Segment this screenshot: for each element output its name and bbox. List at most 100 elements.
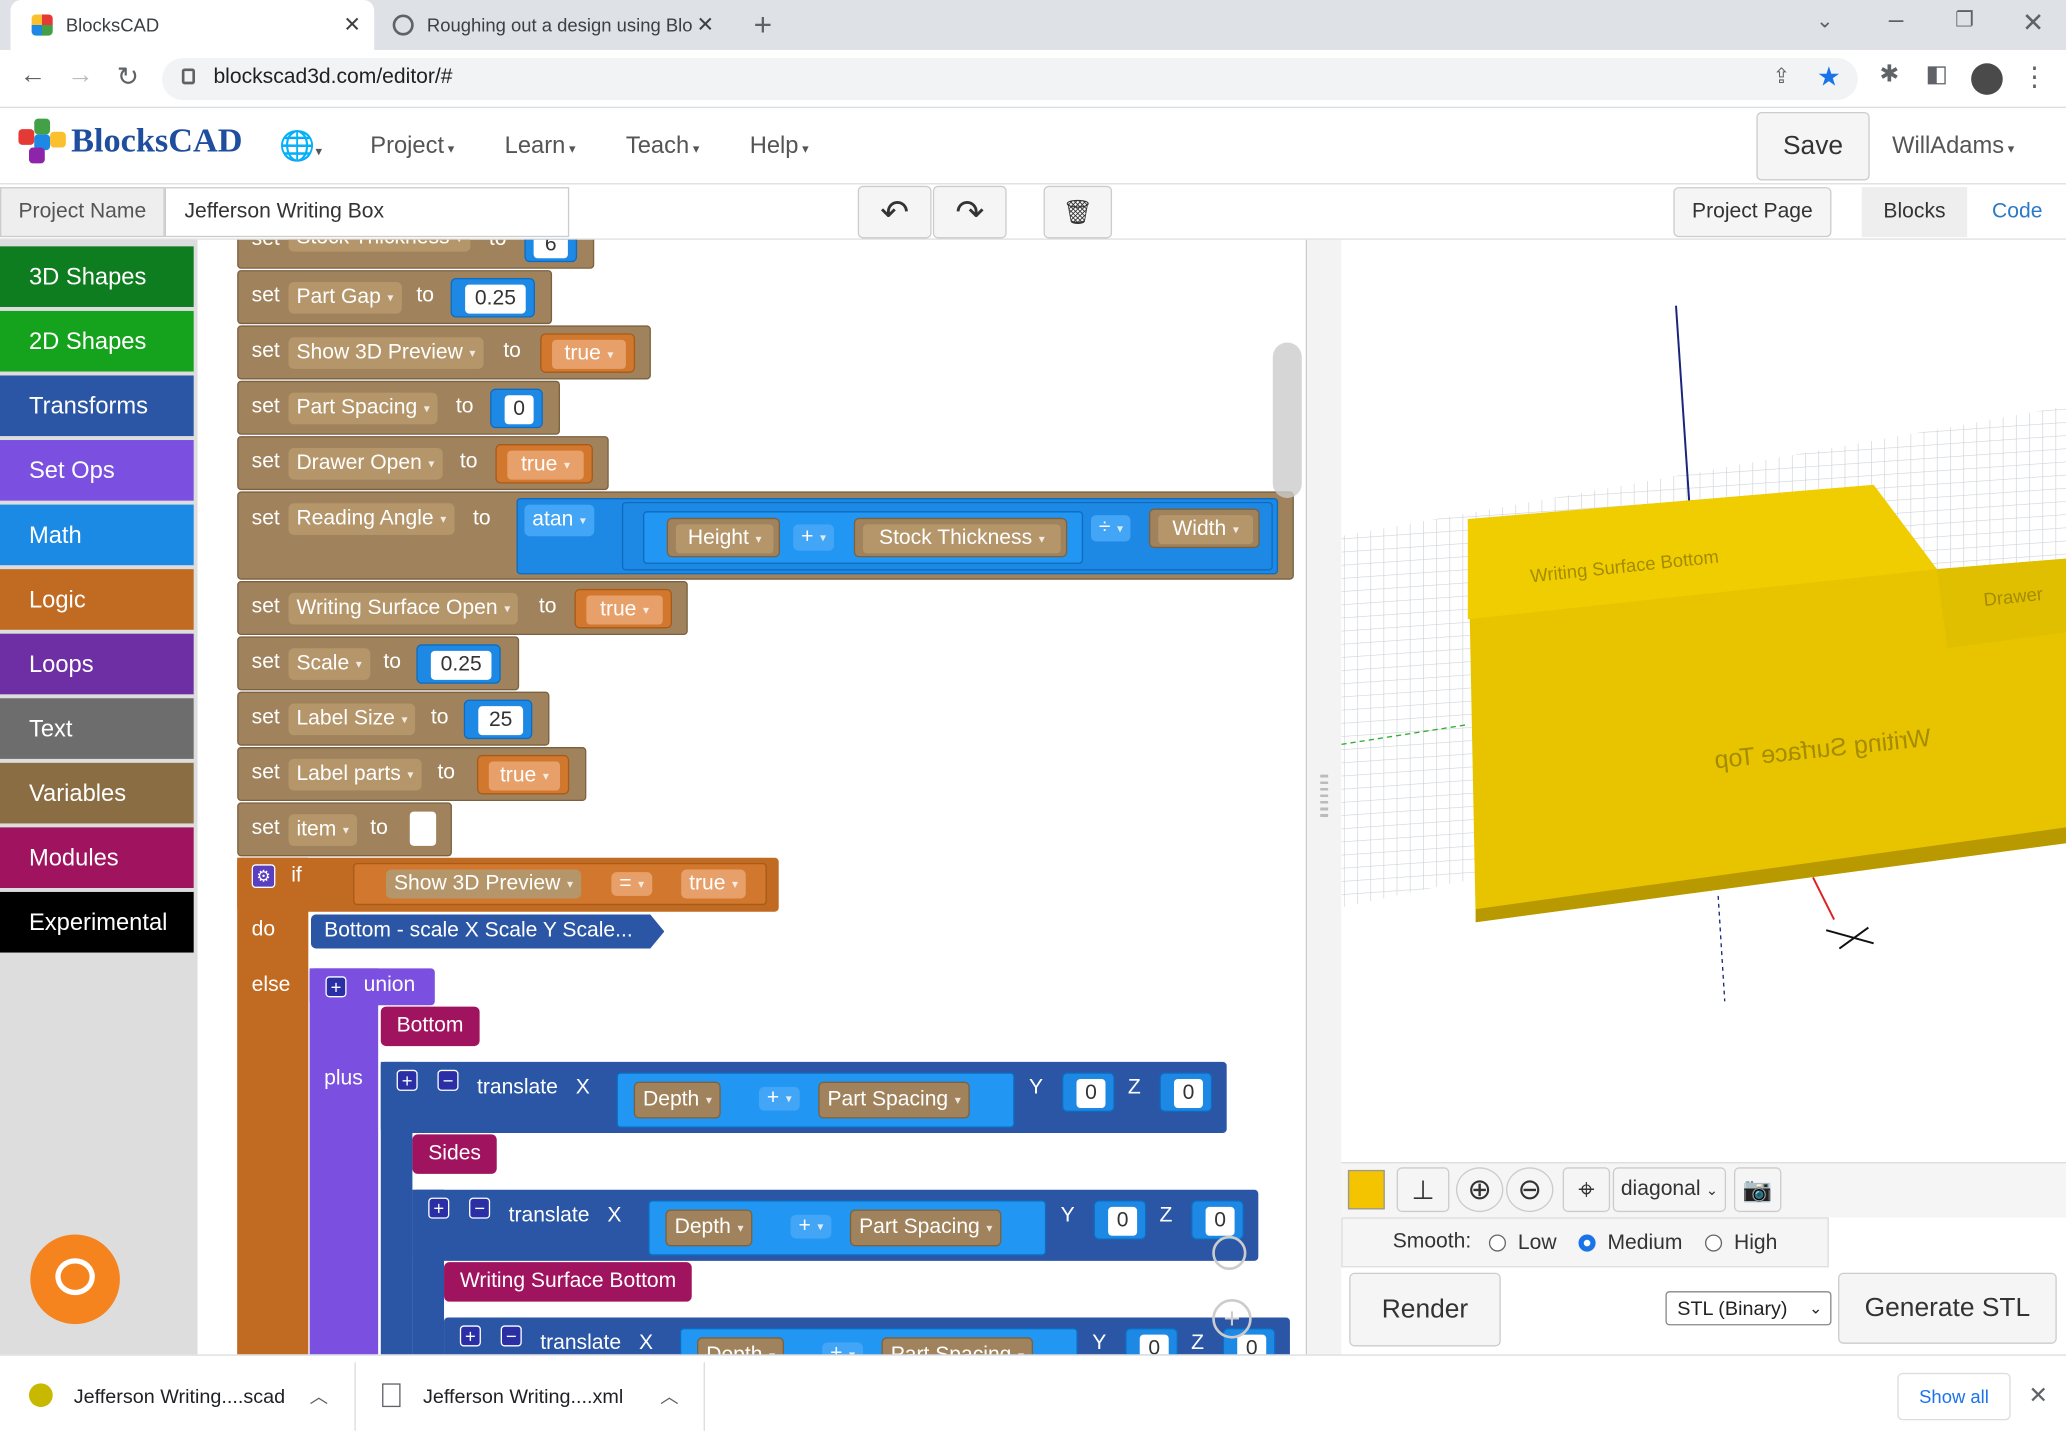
height-variable[interactable]: Height ▾ <box>666 517 781 558</box>
blockscad-logo-icon[interactable] <box>18 118 68 166</box>
chevron-up-icon[interactable]: ︿ <box>656 1383 682 1409</box>
union-expand-icon[interactable]: + <box>325 976 347 998</box>
number-block[interactable]: 0 <box>1061 1072 1115 1112</box>
variable-dropdown[interactable]: Scale ▾ <box>288 648 370 680</box>
number-block[interactable]: 0 <box>1191 1200 1244 1240</box>
number-block[interactable]: 0 <box>1093 1200 1147 1240</box>
plus-operator[interactable]: + ▾ <box>758 1086 800 1111</box>
forward-icon[interactable]: → <box>63 61 97 91</box>
boolean-block[interactable]: true ▾ <box>540 333 636 373</box>
variable-dropdown[interactable]: item ▾ <box>288 814 357 846</box>
menu-help[interactable]: Help ▾ <box>750 132 809 160</box>
variable-dropdown[interactable]: Part Spacing ▾ <box>288 392 438 425</box>
number-block[interactable]: 6 <box>524 239 578 263</box>
number-block[interactable]: 0.25 <box>416 644 501 684</box>
back-icon[interactable]: ← <box>16 61 50 91</box>
user-menu[interactable]: WillAdams ▾ <box>1892 132 2014 160</box>
width-variable[interactable]: Width ▾ <box>1148 508 1260 549</box>
reload-icon[interactable]: ↻ <box>111 61 145 94</box>
share-icon[interactable]: ⇪ <box>1766 63 1798 89</box>
variable-dropdown[interactable]: Show 3D Preview ▾ <box>288 337 484 369</box>
variable-dropdown[interactable]: Drawer Open ▾ <box>288 447 443 480</box>
download-item-xml[interactable]: Jefferson Writing....xml <box>423 1386 623 1408</box>
atan-dropdown[interactable]: atan ▾ <box>524 504 594 537</box>
empty-slot[interactable] <box>409 811 437 846</box>
zoom-center-icon[interactable] <box>1212 1235 1247 1271</box>
chevron-up-icon[interactable]: ︿ <box>306 1383 332 1409</box>
gear-icon[interactable]: ⚙ <box>251 864 276 888</box>
category-3d-shapes[interactable]: 3D Shapes <box>0 246 194 307</box>
number-block[interactable]: 0.25 <box>450 277 535 318</box>
reset-view-icon[interactable]: ⌖ <box>1562 1167 1611 1213</box>
translate-remove-icon[interactable]: − <box>437 1069 459 1091</box>
radio-medium[interactable] <box>1578 1234 1596 1252</box>
category-transforms[interactable]: Transforms <box>0 375 194 437</box>
plus-operator[interactable]: + ▾ <box>793 524 834 551</box>
close-tab-icon[interactable]: ✕ <box>343 12 361 38</box>
generate-stl-button[interactable]: Generate STL <box>1838 1272 2057 1344</box>
tab-code[interactable]: Code <box>1968 187 2066 237</box>
block-workspace[interactable]: set Stock Thickness▾ to 6 set Part Gap▾ … <box>197 239 1308 1355</box>
new-tab-icon[interactable]: + <box>746 8 780 45</box>
app-logo-text[interactable]: BlocksCAD <box>71 121 242 161</box>
download-item-scad[interactable]: Jefferson Writing....scad <box>74 1386 285 1408</box>
translate-remove-icon[interactable]: − <box>500 1325 522 1347</box>
minimize-icon[interactable]: – <box>1879 5 1913 35</box>
camera-icon[interactable]: 📷 <box>1733 1167 1782 1213</box>
category-modules[interactable]: Modules <box>0 827 194 888</box>
close-download-bar-icon[interactable]: ✕ <box>2024 1382 2053 1410</box>
number-block[interactable]: 0 <box>1159 1072 1213 1112</box>
bottom-module-block[interactable]: Bottom <box>380 1006 480 1047</box>
close-tab-icon[interactable]: ✕ <box>696 12 714 38</box>
category-variables[interactable]: Variables <box>0 762 194 824</box>
module-call-block[interactable]: Bottom - scale X Scale Y Scale... <box>310 914 665 949</box>
axes-toggle-icon[interactable]: ⊥ <box>1396 1167 1450 1213</box>
drag-grip-icon[interactable] <box>1320 774 1329 820</box>
category-math[interactable]: Math <box>0 504 194 566</box>
translate-add-icon[interactable]: + <box>459 1325 481 1347</box>
translate-remove-icon[interactable]: − <box>469 1197 491 1219</box>
project-name-input[interactable]: Jefferson Writing Box <box>164 187 570 238</box>
restore-icon[interactable]: ❐ <box>1947 7 1981 33</box>
render-button[interactable]: Render <box>1349 1272 1501 1347</box>
boolean-block[interactable]: true ▾ <box>476 754 570 795</box>
variable-dropdown[interactable]: Label parts ▾ <box>288 758 422 791</box>
profile-avatar[interactable] <box>1971 63 2003 95</box>
writing-surface-bottom-module-block[interactable]: Writing Surface Bottom <box>444 1262 693 1302</box>
undo-button[interactable]: ↶ <box>857 185 932 239</box>
category-loops[interactable]: Loops <box>0 633 194 695</box>
part-spacing-variable[interactable]: Part Spacing▾ <box>881 1337 1034 1355</box>
translate-add-icon[interactable]: + <box>396 1069 418 1091</box>
boolean-block[interactable]: true ▾ <box>574 588 672 629</box>
part-spacing-variable[interactable]: Part Spacing▾ <box>818 1081 970 1119</box>
save-button[interactable]: Save <box>1756 111 1870 181</box>
category-text[interactable]: Text <box>0 698 194 759</box>
variable-dropdown[interactable]: Writing Surface Open ▾ <box>288 592 519 625</box>
depth-variable[interactable]: Depth▾ <box>633 1081 722 1119</box>
radio-high[interactable] <box>1704 1234 1723 1252</box>
more-menu-icon[interactable]: ⋮ <box>2019 61 2051 94</box>
divide-operator[interactable]: ÷ ▾ <box>1090 515 1131 542</box>
variable-dropdown[interactable]: Reading Angle ▾ <box>288 503 455 535</box>
show-all-button[interactable]: Show all <box>1897 1372 2011 1421</box>
plus-operator[interactable]: + ▾ <box>822 1342 863 1355</box>
tab-blockscad[interactable]: BlocksCAD ✕ <box>10 0 375 51</box>
zoom-in-icon[interactable]: ⊕ <box>1455 1167 1504 1213</box>
view-select[interactable]: diagonal ⌄ <box>1612 1167 1727 1213</box>
3d-viewer[interactable]: Writing Surface Bottom Writing Surface T… <box>1341 239 2066 1163</box>
tab-roughing-out[interactable]: Roughing out a design using Blo ✕ <box>382 0 727 50</box>
zoom-out-icon[interactable]: ⊖ <box>1506 1167 1554 1213</box>
zoom-in-icon[interactable]: + <box>1212 1299 1252 1339</box>
category-2d-shapes[interactable]: 2D Shapes <box>0 310 194 372</box>
stock-thickness-variable[interactable]: Stock Thickness ▾ <box>853 517 1068 558</box>
part-spacing-variable[interactable]: Part Spacing▾ <box>849 1209 1002 1247</box>
close-window-icon[interactable]: ✕ <box>2016 7 2050 40</box>
format-select[interactable]: STL (Binary) ⌄ <box>1665 1291 1832 1326</box>
show-3d-preview-variable[interactable]: Show 3D Preview ▾ <box>386 869 581 899</box>
sides-module-block[interactable]: Sides <box>412 1134 497 1174</box>
chat-bubble-icon[interactable] <box>30 1234 120 1325</box>
true-value[interactable]: true ▾ <box>681 869 746 899</box>
translate-add-icon[interactable]: + <box>428 1197 450 1219</box>
redo-button[interactable]: ↷ <box>932 185 1007 239</box>
sidepanel-icon[interactable]: ◧ <box>1921 61 1953 89</box>
